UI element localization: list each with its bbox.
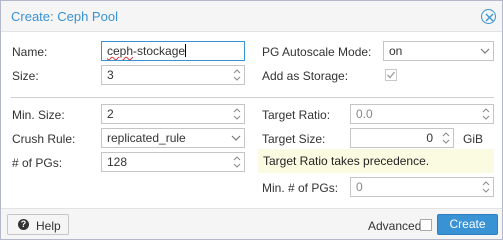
spinner-icon[interactable] bbox=[232, 67, 242, 83]
spinner-icon[interactable] bbox=[441, 130, 451, 146]
crush-rule-select[interactable]: replicated_rule bbox=[101, 128, 245, 148]
add-as-storage-checkbox[interactable] bbox=[385, 69, 397, 81]
chevron-down-icon bbox=[480, 48, 490, 54]
create-ceph-pool-dialog: Create: Ceph Pool Name: ceph-stockage Si… bbox=[0, 0, 503, 240]
spinner-icon[interactable] bbox=[232, 106, 242, 122]
help-icon: ? bbox=[18, 219, 29, 230]
target-size-unit: GiB bbox=[463, 132, 484, 146]
help-button[interactable]: ? Help bbox=[7, 214, 69, 235]
notice-text: Target Ratio takes precedence. bbox=[263, 154, 430, 168]
min-size-stepper[interactable]: 2 bbox=[101, 104, 245, 124]
min-size-value: 2 bbox=[107, 107, 114, 121]
target-ratio-stepper[interactable]: 0.0 bbox=[350, 104, 494, 124]
section-divider bbox=[11, 97, 494, 98]
check-icon bbox=[387, 71, 396, 79]
spinner-icon[interactable] bbox=[232, 154, 242, 170]
pgs-label: # of PGs: bbox=[12, 156, 63, 170]
min-pgs-label: Min. # of PGs: bbox=[262, 181, 339, 195]
dialog-titlebar: Create: Ceph Pool bbox=[1, 1, 502, 32]
name-input[interactable]: ceph-stockage bbox=[101, 41, 245, 61]
close-icon bbox=[485, 13, 494, 22]
target-size-label: Target Size: bbox=[262, 132, 326, 146]
name-value: ceph-stockage bbox=[107, 44, 187, 58]
create-button[interactable]: Create bbox=[437, 214, 498, 235]
crush-rule-value: replicated_rule bbox=[107, 131, 186, 145]
pgs-value: 128 bbox=[107, 155, 128, 169]
dialog-title: Create: Ceph Pool bbox=[11, 9, 118, 24]
min-size-label: Min. Size: bbox=[12, 108, 65, 122]
size-stepper[interactable]: 3 bbox=[101, 65, 245, 85]
spinner-icon[interactable] bbox=[481, 106, 491, 122]
pgs-stepper[interactable]: 128 bbox=[101, 152, 245, 172]
name-label: Name: bbox=[12, 45, 48, 59]
advanced-checkbox[interactable] bbox=[420, 219, 432, 231]
close-button[interactable] bbox=[481, 9, 496, 24]
target-ratio-label: Target Ratio: bbox=[262, 108, 331, 122]
autoscale-select[interactable]: on bbox=[383, 41, 494, 61]
advanced-label: Advanced bbox=[368, 219, 422, 233]
spinner-icon[interactable] bbox=[481, 179, 491, 195]
chevron-down-icon bbox=[231, 135, 241, 141]
size-value: 3 bbox=[107, 68, 114, 82]
size-label: Size: bbox=[12, 69, 39, 83]
min-pgs-value: 0 bbox=[356, 180, 363, 194]
storage-label: Add as Storage: bbox=[262, 69, 349, 83]
help-label: Help bbox=[36, 219, 61, 233]
autoscale-label: PG Autoscale Mode: bbox=[262, 45, 372, 59]
crush-rule-label: Crush Rule: bbox=[12, 132, 76, 146]
target-ratio-notice: Target Ratio takes precedence. bbox=[258, 149, 494, 173]
autoscale-value: on bbox=[389, 44, 403, 58]
min-pgs-stepper[interactable]: 0 bbox=[350, 177, 494, 197]
target-ratio-value: 0.0 bbox=[356, 107, 373, 121]
dialog-footer: ? Help Advanced Create bbox=[1, 208, 502, 239]
target-size-value: 0 bbox=[426, 131, 433, 145]
target-size-stepper[interactable]: 0 bbox=[350, 128, 454, 148]
